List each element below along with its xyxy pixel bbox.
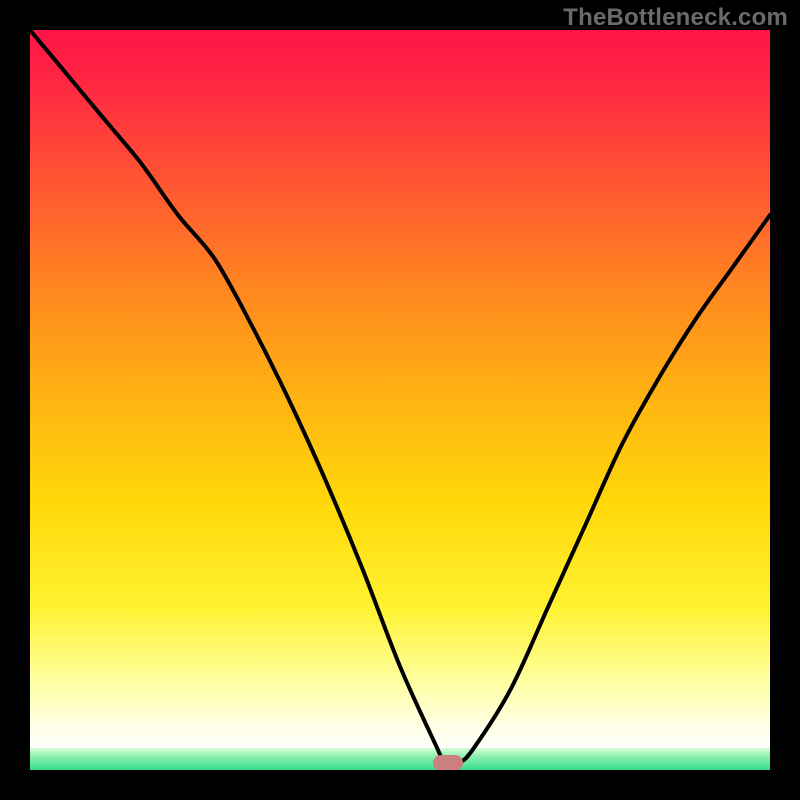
optimal-point-marker xyxy=(433,755,463,770)
watermark-text: TheBottleneck.com xyxy=(563,4,788,32)
green-bottom-band xyxy=(30,748,770,770)
chart-frame: TheBottleneck.com xyxy=(0,0,800,800)
background-gradient xyxy=(30,30,770,770)
plot-area xyxy=(30,30,770,770)
